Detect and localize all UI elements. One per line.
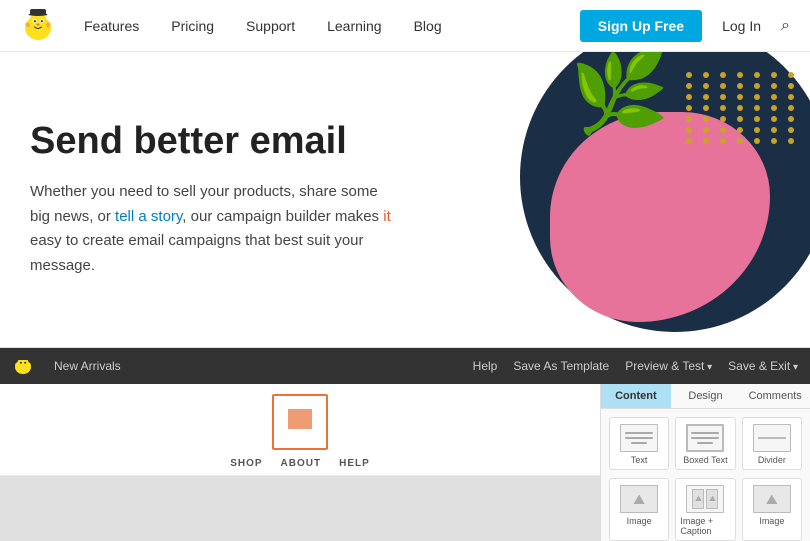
login-button[interactable]: Log In <box>722 18 761 34</box>
block-text-icon <box>620 424 658 452</box>
nav-learning[interactable]: Learning <box>327 18 382 34</box>
nav-links: Features Pricing Support Learning Blog <box>84 18 580 34</box>
block-text[interactable]: Text <box>609 417 669 470</box>
nav-support[interactable]: Support <box>246 18 295 34</box>
toolbar-help[interactable]: Help <box>473 359 498 373</box>
block-image[interactable]: ⛰ Image <box>609 478 669 541</box>
block-text-label: Text <box>631 455 648 465</box>
block-boxed-text-label: Boxed Text <box>683 455 727 465</box>
canvas-email-header: SHOP ABOUT HELP <box>0 384 600 476</box>
block-image2-icon: ⛰ <box>753 485 791 513</box>
nav-blog[interactable]: Blog <box>414 18 442 34</box>
content-blocks-row1: Text Boxed Text Divider <box>601 409 810 478</box>
block-boxed-text-icon <box>686 424 724 452</box>
block-boxed-text[interactable]: Boxed Text <box>675 417 735 470</box>
navbar-actions: Sign Up Free Log In ⌕ <box>580 10 790 42</box>
builder-toolbar: New Arrivals Help Save As Template Previ… <box>0 348 810 384</box>
block-image2-label: Image <box>759 516 784 526</box>
block-image-caption-icon: ⛰ ⛰ <box>686 485 724 513</box>
hero-description: Whether you need to sell your products, … <box>30 180 400 279</box>
canvas-navigation: SHOP ABOUT HELP <box>230 458 370 469</box>
canvas-nav-help: HELP <box>339 458 370 469</box>
toolbar-save-template[interactable]: Save As Template <box>513 359 609 373</box>
email-canvas: SHOP ABOUT HELP <box>0 384 600 541</box>
toolbar-mailchimp-logo <box>12 355 34 377</box>
hero-text-highlight-2: it <box>383 208 391 225</box>
builder-body: SHOP ABOUT HELP Content Design Comments <box>0 384 810 541</box>
nav-pricing[interactable]: Pricing <box>171 18 214 34</box>
content-panel: Content Design Comments Text <box>600 384 810 541</box>
hero-text-highlight-1: tell a story <box>115 208 182 225</box>
block-image-label: Image <box>627 516 652 526</box>
image2-placeholder-icon: ⛰ <box>766 491 778 508</box>
toolbar-preview-test[interactable]: Preview & Test <box>625 359 712 373</box>
block-image-icon: ⛰ <box>620 485 658 513</box>
block-image2[interactable]: ⛰ Image <box>742 478 802 541</box>
tab-content[interactable]: Content <box>601 384 671 408</box>
canvas-body-area <box>0 476 600 541</box>
tab-design[interactable]: Design <box>671 384 741 408</box>
navbar: Features Pricing Support Learning Blog S… <box>0 0 810 52</box>
builder-preview: New Arrivals Help Save As Template Previ… <box>0 347 810 540</box>
search-icon[interactable]: ⌕ <box>781 17 790 35</box>
block-image-caption[interactable]: ⛰ ⛰ Image + Caption <box>675 478 735 541</box>
mailchimp-logo[interactable] <box>20 8 56 44</box>
nav-features[interactable]: Features <box>84 18 139 34</box>
panel-tab-bar: Content Design Comments <box>601 384 810 409</box>
canvas-nav-shop: SHOP <box>230 458 262 469</box>
content-blocks-row2: ⛰ Image ⛰ ⛰ Image + Caption ⛰ <box>601 478 810 541</box>
block-divider-icon <box>753 424 791 452</box>
block-divider[interactable]: Divider <box>742 417 802 470</box>
plant-illustration: 🌿 <box>570 52 670 132</box>
toolbar-action-buttons: Help Save As Template Preview & Test Sav… <box>473 359 798 373</box>
image-placeholder-icon: ⛰ <box>633 491 645 508</box>
canvas-logo-symbol <box>282 401 318 443</box>
hero-title: Send better email <box>30 120 400 164</box>
hero-content: Send better email Whether you need to se… <box>0 90 430 309</box>
canvas-image-area <box>0 476 600 541</box>
signup-button[interactable]: Sign Up Free <box>580 10 702 42</box>
toolbar-save-exit[interactable]: Save & Exit <box>728 359 798 373</box>
toolbar-campaign-name: New Arrivals <box>54 359 121 373</box>
block-image-caption-label: Image + Caption <box>680 516 730 536</box>
canvas-nav-about: ABOUT <box>281 458 322 469</box>
tab-comments[interactable]: Comments <box>740 384 810 408</box>
dots-pattern <box>686 72 800 144</box>
hero-illustration: 🌿 <box>410 52 810 347</box>
canvas-brand-logo <box>272 394 328 450</box>
hero-section: Send better email Whether you need to se… <box>0 52 810 347</box>
block-divider-label: Divider <box>758 455 786 465</box>
